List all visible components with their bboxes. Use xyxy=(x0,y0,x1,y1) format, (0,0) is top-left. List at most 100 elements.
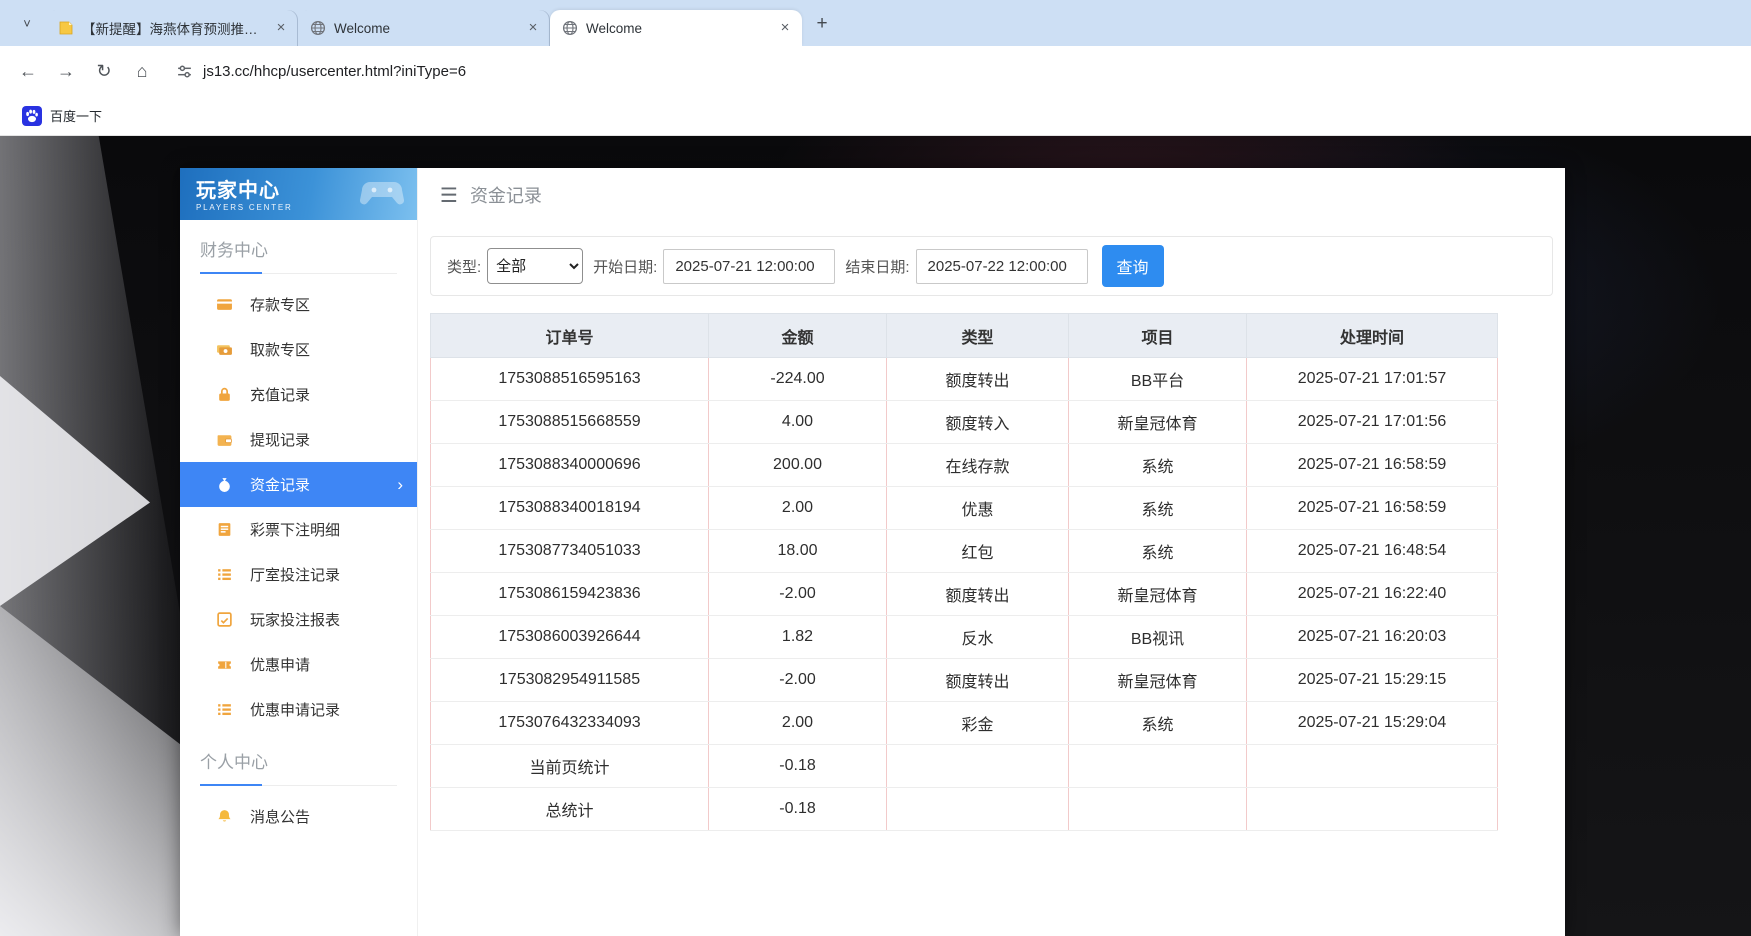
table-cell: 2025-07-21 16:58:59 xyxy=(1247,487,1498,530)
table-cell: 新皇冠体育 xyxy=(1069,573,1247,616)
fund-icon xyxy=(216,476,234,494)
table-cell: 1753088516595163 xyxy=(431,358,709,401)
sidebar-item[interactable]: 彩票下注明细 xyxy=(180,507,417,552)
globe-icon xyxy=(562,20,578,36)
sidebar-item[interactable]: 玩家投注报表 xyxy=(180,597,417,642)
table-cell: 系统 xyxy=(1069,444,1247,487)
webpage: 玩家中心 PLAYERS CENTER 财务中心 存款专区 取款专区 充值记录 … xyxy=(0,136,1751,936)
sidebar-item[interactable]: 优惠申请 xyxy=(180,642,417,687)
table-cell: 额度转出 xyxy=(887,659,1069,702)
table-cell: 当前页统计 xyxy=(431,745,709,788)
browser-tab[interactable]: 【新提醒】海燕体育预测推荐区 × xyxy=(46,10,298,46)
navigation-bar: ← → ↻ ⌂ js13.cc/hhcp/usercenter.html?ini… xyxy=(0,46,1751,96)
funds-table: 订单号金额类型项目处理时间 1753088516595163-224.00额度转… xyxy=(430,313,1498,831)
sidebar-item-label: 厅室投注记录 xyxy=(250,564,340,585)
table-cell: 红包 xyxy=(887,530,1069,573)
table-row: 1753088340000696200.00在线存款系统2025-07-21 1… xyxy=(431,444,1498,487)
table-cell: 系统 xyxy=(1069,487,1247,530)
sidebar-section-label: 个人中心 xyxy=(200,748,397,786)
sidebar-item[interactable]: 消息公告 xyxy=(180,794,417,839)
baidu-icon xyxy=(22,106,42,126)
hamburger-icon[interactable]: ☰ xyxy=(440,183,458,208)
type-label: 类型: xyxy=(447,256,481,277)
query-button[interactable]: 查询 xyxy=(1102,245,1164,287)
start-date-input[interactable] xyxy=(663,249,835,284)
table-row: 17530885156685594.00额度转入新皇冠体育2025-07-21 … xyxy=(431,401,1498,444)
browser-tab[interactable]: Welcome × xyxy=(298,10,550,46)
table-row: 1753082954911585-2.00额度转出新皇冠体育2025-07-21… xyxy=(431,659,1498,702)
table-row: 17530883400181942.00优惠系统2025-07-21 16:58… xyxy=(431,487,1498,530)
table-header-row: 订单号金额类型项目处理时间 xyxy=(431,314,1498,358)
table-row: 当前页统计-0.18 xyxy=(431,745,1498,788)
tab-search-button[interactable]: ˅ xyxy=(12,8,42,38)
tab-title: 【新提醒】海燕体育预测推荐区 xyxy=(82,18,264,38)
tab-close-icon[interactable]: × xyxy=(524,19,542,37)
table-cell: -0.18 xyxy=(709,745,887,788)
list-icon xyxy=(216,701,234,719)
sidebar-item[interactable]: 提现记录 xyxy=(180,417,417,462)
bookmark-baidu[interactable]: 百度一下 xyxy=(14,102,110,130)
table-cell: 2025-07-21 15:29:15 xyxy=(1247,659,1498,702)
table-cell: 2025-07-21 15:29:04 xyxy=(1247,702,1498,745)
table-cell: 1753076432334093 xyxy=(431,702,709,745)
sidebar-item[interactable]: 取款专区 xyxy=(180,327,417,372)
sidebar-item[interactable]: 充值记录 xyxy=(180,372,417,417)
end-date-input[interactable] xyxy=(916,249,1088,284)
table-cell: 新皇冠体育 xyxy=(1069,659,1247,702)
start-date-label: 开始日期: xyxy=(593,256,657,277)
player-center-panel: 玩家中心 PLAYERS CENTER 财务中心 存款专区 取款专区 充值记录 … xyxy=(180,168,1565,936)
back-button[interactable]: ← xyxy=(10,53,46,89)
list-icon xyxy=(216,566,234,584)
page-title: 资金记录 xyxy=(470,182,542,208)
browser-tab[interactable]: Welcome × xyxy=(550,10,802,46)
sidebar-item[interactable]: 存款专区 xyxy=(180,282,417,327)
ticket-icon xyxy=(216,656,234,674)
table-cell xyxy=(1247,745,1498,788)
tab-title: Welcome xyxy=(586,21,768,36)
table-cell: 2.00 xyxy=(709,702,887,745)
sidebar-item-label: 提现记录 xyxy=(250,429,310,450)
url-text[interactable]: js13.cc/hhcp/usercenter.html?iniType=6 xyxy=(203,63,466,80)
table-cell: 1753088340018194 xyxy=(431,487,709,530)
chevron-right-icon: › xyxy=(397,475,403,495)
table-cell: 1753086159423836 xyxy=(431,573,709,616)
forward-button[interactable]: → xyxy=(48,53,84,89)
table-cell: 系统 xyxy=(1069,702,1247,745)
table-cell: -0.18 xyxy=(709,788,887,831)
table-cell: 1753088340000696 xyxy=(431,444,709,487)
sidebar-menu: 财务中心 存款专区 取款专区 充值记录 提现记录 资金记录 › 彩票下注明细 厅… xyxy=(180,236,417,839)
table-cell xyxy=(887,788,1069,831)
table-cell: -224.00 xyxy=(709,358,887,401)
sidebar-header: 玩家中心 PLAYERS CENTER xyxy=(180,168,417,220)
site-info-icon[interactable] xyxy=(176,63,193,80)
table-cell: BB平台 xyxy=(1069,358,1247,401)
doc-icon xyxy=(216,521,234,539)
table-cell: 1.82 xyxy=(709,616,887,659)
table-cell: 1753086003926644 xyxy=(431,616,709,659)
sidebar-item[interactable]: 优惠申请记录 xyxy=(180,687,417,732)
table-cell: 反水 xyxy=(887,616,1069,659)
tab-list: 【新提醒】海燕体育预测推荐区 × Welcome × Welcome × xyxy=(46,0,802,46)
table-body: 1753088516595163-224.00额度转出BB平台2025-07-2… xyxy=(431,358,1498,831)
address-bar[interactable]: js13.cc/hhcp/usercenter.html?iniType=6 xyxy=(162,52,1741,90)
tab-close-icon[interactable]: × xyxy=(272,19,290,37)
column-header: 金额 xyxy=(709,314,887,358)
table-cell: 2025-07-21 16:58:59 xyxy=(1247,444,1498,487)
type-select[interactable]: 全部 xyxy=(487,248,583,284)
home-button[interactable]: ⌂ xyxy=(124,53,160,89)
new-tab-button[interactable]: + xyxy=(808,10,836,38)
sidebar-item[interactable]: 资金记录 › xyxy=(180,462,417,507)
table-cell: 2025-07-21 16:48:54 xyxy=(1247,530,1498,573)
table-cell: BB视讯 xyxy=(1069,616,1247,659)
card-icon xyxy=(216,296,234,314)
table-cell: 2.00 xyxy=(709,487,887,530)
table-cell xyxy=(1247,788,1498,831)
table-cell: 额度转入 xyxy=(887,401,1069,444)
filter-bar: 类型: 全部 开始日期: 结束日期: 查询 xyxy=(430,236,1553,296)
tab-close-icon[interactable]: × xyxy=(776,19,794,37)
refresh-button[interactable]: ↻ xyxy=(86,53,122,89)
sidebar-item-label: 玩家投注报表 xyxy=(250,609,340,630)
table-cell: 新皇冠体育 xyxy=(1069,401,1247,444)
column-header: 订单号 xyxy=(431,314,709,358)
sidebar-item[interactable]: 厅室投注记录 xyxy=(180,552,417,597)
